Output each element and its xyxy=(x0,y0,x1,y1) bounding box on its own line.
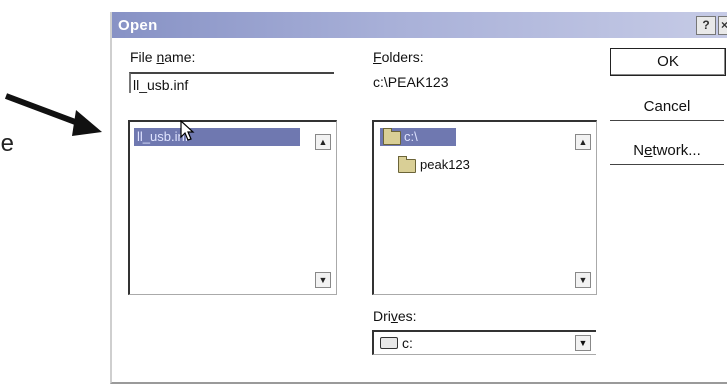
cancel-button[interactable]: Cancel xyxy=(610,94,724,121)
scroll-up-icon[interactable]: ▲ xyxy=(315,134,331,150)
file-name-field[interactable]: ll_usb.inf xyxy=(129,72,334,93)
drives-label-pre: Dri xyxy=(373,308,391,324)
drive-value: c: xyxy=(402,335,413,351)
open-folder-icon xyxy=(398,156,416,173)
open-dialog: Open ? × File name: ll_usb.inf ll_usb.in… xyxy=(110,12,727,384)
folder-item-selected[interactable]: c:\ xyxy=(380,128,456,146)
folder-item-label: c:\ xyxy=(404,129,418,144)
scroll-up-icon[interactable]: ▲ xyxy=(575,134,591,150)
folder-list[interactable]: c:\ peak123 ▲ ▼ xyxy=(372,120,597,295)
network-label-pre: N xyxy=(633,142,645,159)
folders-label-accel: F xyxy=(373,49,382,65)
dialog-title: Open xyxy=(118,17,158,34)
drives-label-post: es: xyxy=(397,308,417,324)
open-folder-icon xyxy=(383,128,401,145)
pointer-arrow-icon xyxy=(4,93,102,136)
network-button[interactable]: Network... xyxy=(610,138,724,165)
ok-button[interactable]: OK xyxy=(610,48,726,76)
drive-select[interactable]: c: ▼ xyxy=(372,330,596,355)
drives-label: Drives: xyxy=(373,308,417,324)
chevron-down-icon[interactable]: ▼ xyxy=(575,335,591,351)
file-name-label-post: ame: xyxy=(164,49,196,65)
close-button[interactable]: × xyxy=(718,16,727,35)
current-path: c:\PEAK123 xyxy=(373,74,449,90)
help-button[interactable]: ? xyxy=(696,16,716,35)
scroll-down-icon[interactable]: ▼ xyxy=(315,272,331,288)
file-name-label: File name: xyxy=(130,49,195,65)
file-list[interactable]: ll_usb.inf ▲ ▼ xyxy=(128,120,337,295)
drive-icon xyxy=(380,337,398,349)
folders-label: Folders: xyxy=(373,49,424,65)
folder-item-label: peak123 xyxy=(420,157,470,172)
file-name-label-pre: File xyxy=(130,49,157,65)
scroll-down-icon[interactable]: ▼ xyxy=(575,272,591,288)
title-bar: Open ? × xyxy=(112,12,727,38)
network-label-post: twork... xyxy=(652,142,701,159)
folders-label-post: olders: xyxy=(381,49,424,65)
drives-label-accel: v xyxy=(390,308,398,324)
mouse-cursor-icon xyxy=(180,120,195,141)
file-list-item-selected[interactable]: ll_usb.inf xyxy=(134,128,300,146)
